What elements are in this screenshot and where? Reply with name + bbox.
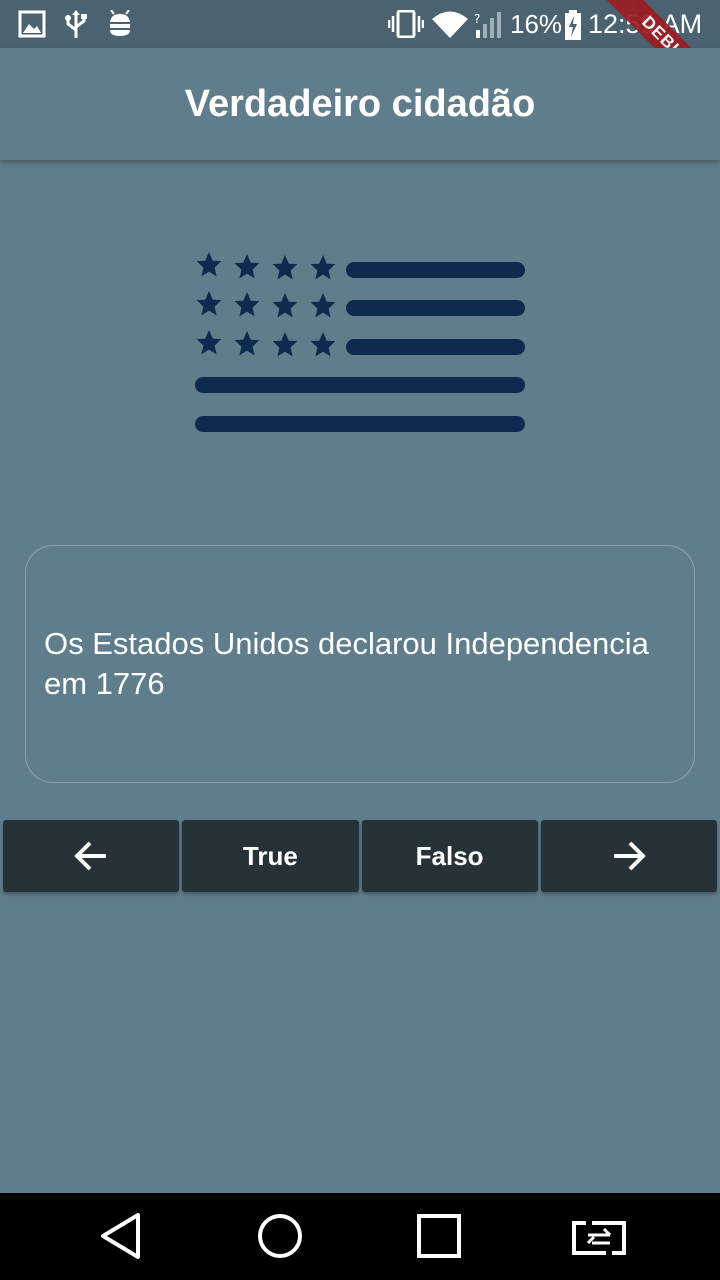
false-button[interactable]: Falso xyxy=(361,820,538,892)
svg-text:?: ? xyxy=(474,12,480,26)
battery-charging-icon xyxy=(565,10,581,40)
image-icon xyxy=(18,10,46,38)
cell-signal-icon: ? xyxy=(474,12,501,38)
question-card: Os Estados Unidos declarou Independencia… xyxy=(25,545,695,783)
app-bar: Verdadeiro cidadão xyxy=(0,48,720,160)
recents-icon[interactable] xyxy=(414,1211,464,1261)
vibrate-icon xyxy=(388,10,424,38)
home-icon[interactable] xyxy=(256,1211,304,1261)
arrow-left-icon xyxy=(74,841,107,871)
answer-button-row: True Falso xyxy=(3,820,717,892)
usb-icon xyxy=(65,10,87,38)
status-bar: ? 16% 12:59 AM xyxy=(0,0,720,48)
true-button[interactable]: True xyxy=(182,820,359,892)
page-title: Verdadeiro cidadão xyxy=(184,82,536,125)
screen-rotate-icon[interactable] xyxy=(570,1211,628,1261)
back-icon[interactable] xyxy=(98,1211,144,1261)
battery-percent: 16% xyxy=(510,9,563,39)
wifi-icon xyxy=(432,11,468,38)
previous-button[interactable] xyxy=(3,820,180,892)
status-clock: 12:59 AM xyxy=(588,9,703,39)
arrow-right-icon xyxy=(613,841,646,871)
flag-icon xyxy=(195,252,525,432)
android-debug-icon xyxy=(110,10,130,36)
question-text: Os Estados Unidos declarou Independencia… xyxy=(44,626,649,701)
navigation-bar xyxy=(0,1193,720,1280)
next-button[interactable] xyxy=(540,820,717,892)
